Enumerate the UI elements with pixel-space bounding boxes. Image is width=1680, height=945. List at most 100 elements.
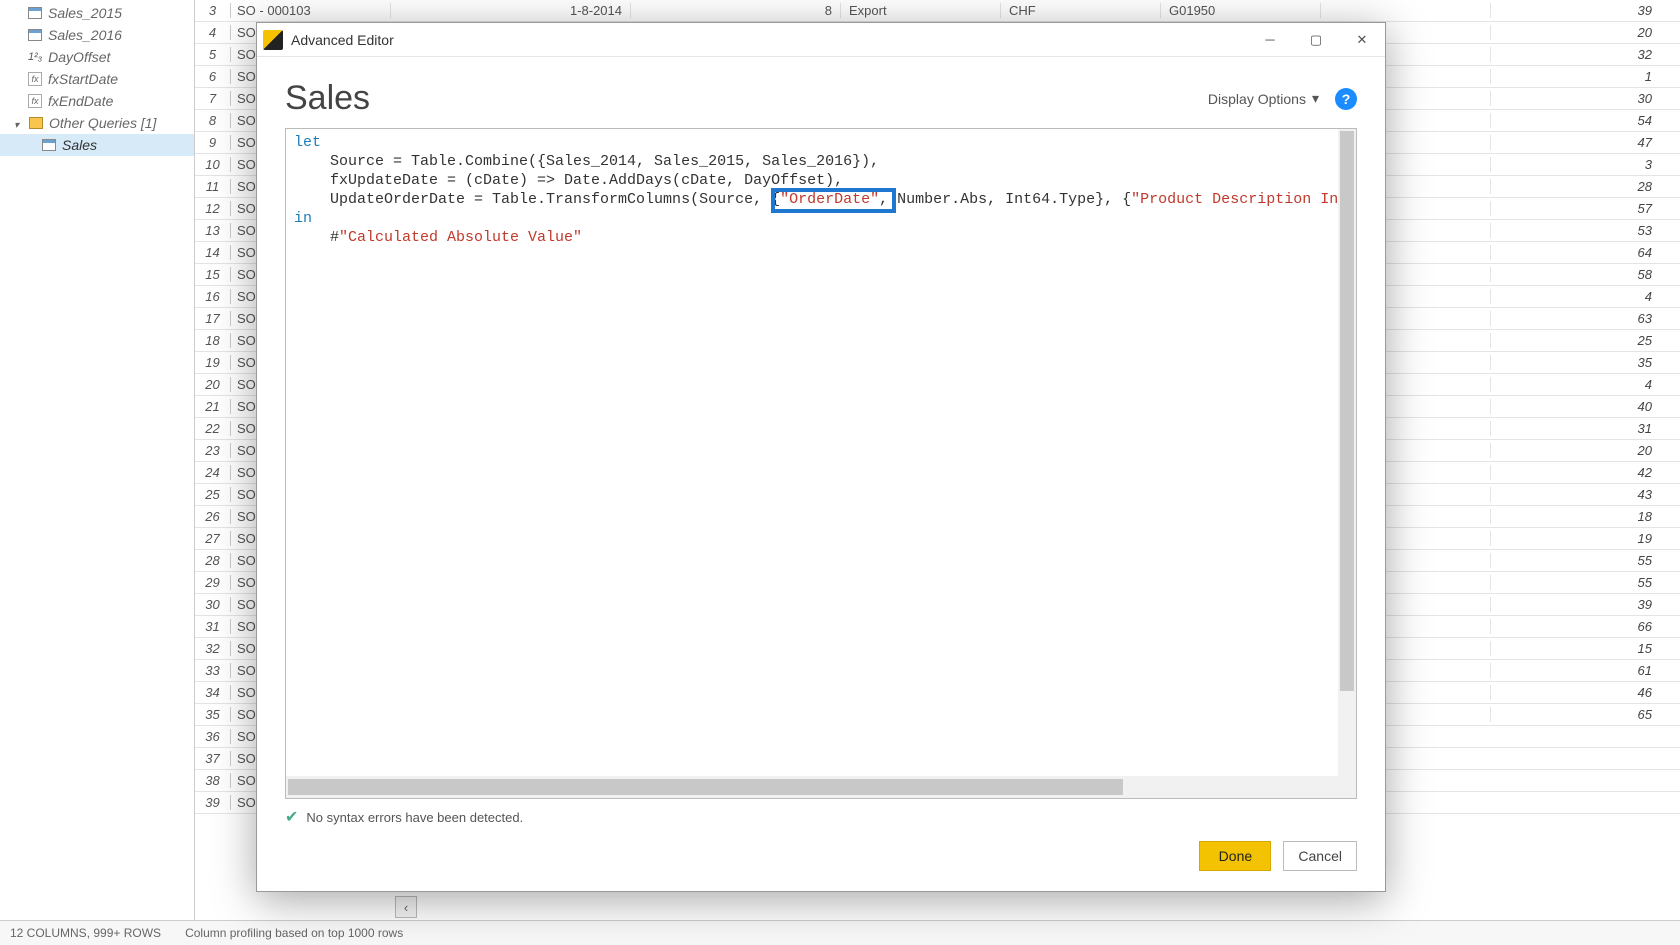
row-number: 24 bbox=[195, 465, 231, 480]
cell: 18 bbox=[1490, 509, 1680, 524]
code-editor[interactable]: let Source = Table.Combine({Sales_2014, … bbox=[285, 128, 1357, 799]
function-icon: fx bbox=[28, 72, 42, 86]
cell: G01950 bbox=[1161, 3, 1321, 18]
row-number: 19 bbox=[195, 355, 231, 370]
query-item-fxstartdate[interactable]: fx fxStartDate bbox=[0, 68, 194, 90]
query-group-other[interactable]: Other Queries [1] bbox=[0, 112, 194, 134]
row-number: 37 bbox=[195, 751, 231, 766]
status-columns: 12 COLUMNS, 999+ ROWS bbox=[10, 926, 161, 940]
display-options-label: Display Options bbox=[1208, 91, 1306, 107]
query-label: fxStartDate bbox=[48, 71, 118, 87]
advanced-editor-dialog: Advanced Editor ─ ▢ ✕ Sales Display Opti… bbox=[256, 22, 1386, 892]
row-number: 13 bbox=[195, 223, 231, 238]
query-item-dayoffset[interactable]: 1²₃ DayOffset bbox=[0, 46, 194, 68]
cell: 43 bbox=[1490, 487, 1680, 502]
cell: 65 bbox=[1490, 707, 1680, 722]
cell: 39 bbox=[1490, 3, 1680, 18]
row-number: 23 bbox=[195, 443, 231, 458]
row-number: 32 bbox=[195, 641, 231, 656]
row-number: 31 bbox=[195, 619, 231, 634]
cell: 30 bbox=[1490, 91, 1680, 106]
folder-icon bbox=[29, 117, 43, 129]
cell: 4 bbox=[1490, 289, 1680, 304]
row-number: 22 bbox=[195, 421, 231, 436]
cell: 20 bbox=[1490, 443, 1680, 458]
query-item-sales-2016[interactable]: Sales_2016 bbox=[0, 24, 194, 46]
cell: 63 bbox=[1490, 311, 1680, 326]
cancel-button[interactable]: Cancel bbox=[1283, 841, 1357, 871]
row-number: 28 bbox=[195, 553, 231, 568]
cell: 8 bbox=[631, 3, 841, 18]
row-number: 25 bbox=[195, 487, 231, 502]
chevron-down-icon bbox=[14, 115, 23, 131]
row-number: 34 bbox=[195, 685, 231, 700]
row-number: 27 bbox=[195, 531, 231, 546]
cell: 55 bbox=[1490, 575, 1680, 590]
dialog-titlebar: Advanced Editor ─ ▢ ✕ bbox=[257, 23, 1385, 57]
cell: SO - 000103 bbox=[231, 3, 391, 18]
row-number: 26 bbox=[195, 509, 231, 524]
cell: Export bbox=[841, 3, 1001, 18]
done-button[interactable]: Done bbox=[1199, 841, 1271, 871]
query-item-fxenddate[interactable]: fx fxEndDate bbox=[0, 90, 194, 112]
cell: 64 bbox=[1490, 245, 1680, 260]
row-number: 11 bbox=[195, 179, 231, 194]
cell: 31 bbox=[1490, 421, 1680, 436]
cell: 25 bbox=[1490, 333, 1680, 348]
row-number: 18 bbox=[195, 333, 231, 348]
query-label: Sales_2016 bbox=[48, 27, 122, 43]
cell: 28 bbox=[1490, 179, 1680, 194]
cell: 47 bbox=[1490, 135, 1680, 150]
query-label: Sales bbox=[62, 137, 97, 153]
row-number: 12 bbox=[195, 201, 231, 216]
check-icon: ✔ bbox=[285, 807, 298, 827]
cell: 35 bbox=[1490, 355, 1680, 370]
table-icon bbox=[28, 29, 42, 41]
scrollbar-thumb[interactable] bbox=[288, 779, 1123, 795]
cell: 46 bbox=[1490, 685, 1680, 700]
cell: 66 bbox=[1490, 619, 1680, 634]
row-number: 10 bbox=[195, 157, 231, 172]
cell: 61 bbox=[1490, 663, 1680, 678]
vertical-scrollbar[interactable] bbox=[1338, 129, 1356, 776]
close-button[interactable]: ✕ bbox=[1339, 23, 1385, 57]
status-profiling: Column profiling based on top 1000 rows bbox=[185, 926, 403, 940]
query-item-sales-2015[interactable]: Sales_2015 bbox=[0, 2, 194, 24]
query-label: DayOffset bbox=[48, 49, 110, 65]
scrollbar-thumb[interactable] bbox=[1340, 131, 1354, 691]
row-number: 8 bbox=[195, 113, 231, 128]
cell: 54 bbox=[1490, 113, 1680, 128]
query-label: Sales_2015 bbox=[48, 5, 122, 21]
row-number: 7 bbox=[195, 91, 231, 106]
help-icon[interactable]: ? bbox=[1335, 88, 1357, 110]
cell: 32 bbox=[1490, 47, 1680, 62]
row-number: 21 bbox=[195, 399, 231, 414]
row-number: 15 bbox=[195, 267, 231, 282]
row-number: 16 bbox=[195, 289, 231, 304]
scroll-left-button[interactable]: ‹ bbox=[395, 896, 417, 918]
display-options-dropdown[interactable]: Display Options ▾ bbox=[1208, 90, 1319, 107]
minimize-button[interactable]: ─ bbox=[1247, 23, 1293, 57]
cell: 40 bbox=[1490, 399, 1680, 414]
dialog-title: Advanced Editor bbox=[291, 32, 394, 48]
maximize-button[interactable]: ▢ bbox=[1293, 23, 1339, 57]
row-number: 33 bbox=[195, 663, 231, 678]
row-number: 17 bbox=[195, 311, 231, 326]
row-number: 35 bbox=[195, 707, 231, 722]
query-item-sales[interactable]: Sales bbox=[0, 134, 194, 156]
cell: CHF bbox=[1001, 3, 1161, 18]
table-row[interactable]: 3SO - 0001031-8-20148ExportCHFG0195039 bbox=[195, 0, 1680, 22]
cell: 53 bbox=[1490, 223, 1680, 238]
cell: 57 bbox=[1490, 201, 1680, 216]
horizontal-scrollbar[interactable] bbox=[286, 776, 1356, 798]
group-label: Other Queries [1] bbox=[49, 115, 156, 131]
cell: 39 bbox=[1490, 597, 1680, 612]
cell: 58 bbox=[1490, 267, 1680, 282]
row-number: 5 bbox=[195, 47, 231, 62]
row-number: 29 bbox=[195, 575, 231, 590]
statusbar: 12 COLUMNS, 999+ ROWS Column profiling b… bbox=[0, 920, 1680, 945]
row-number: 39 bbox=[195, 795, 231, 810]
table-icon bbox=[28, 7, 42, 19]
query-heading: Sales bbox=[285, 79, 370, 118]
cell: 42 bbox=[1490, 465, 1680, 480]
